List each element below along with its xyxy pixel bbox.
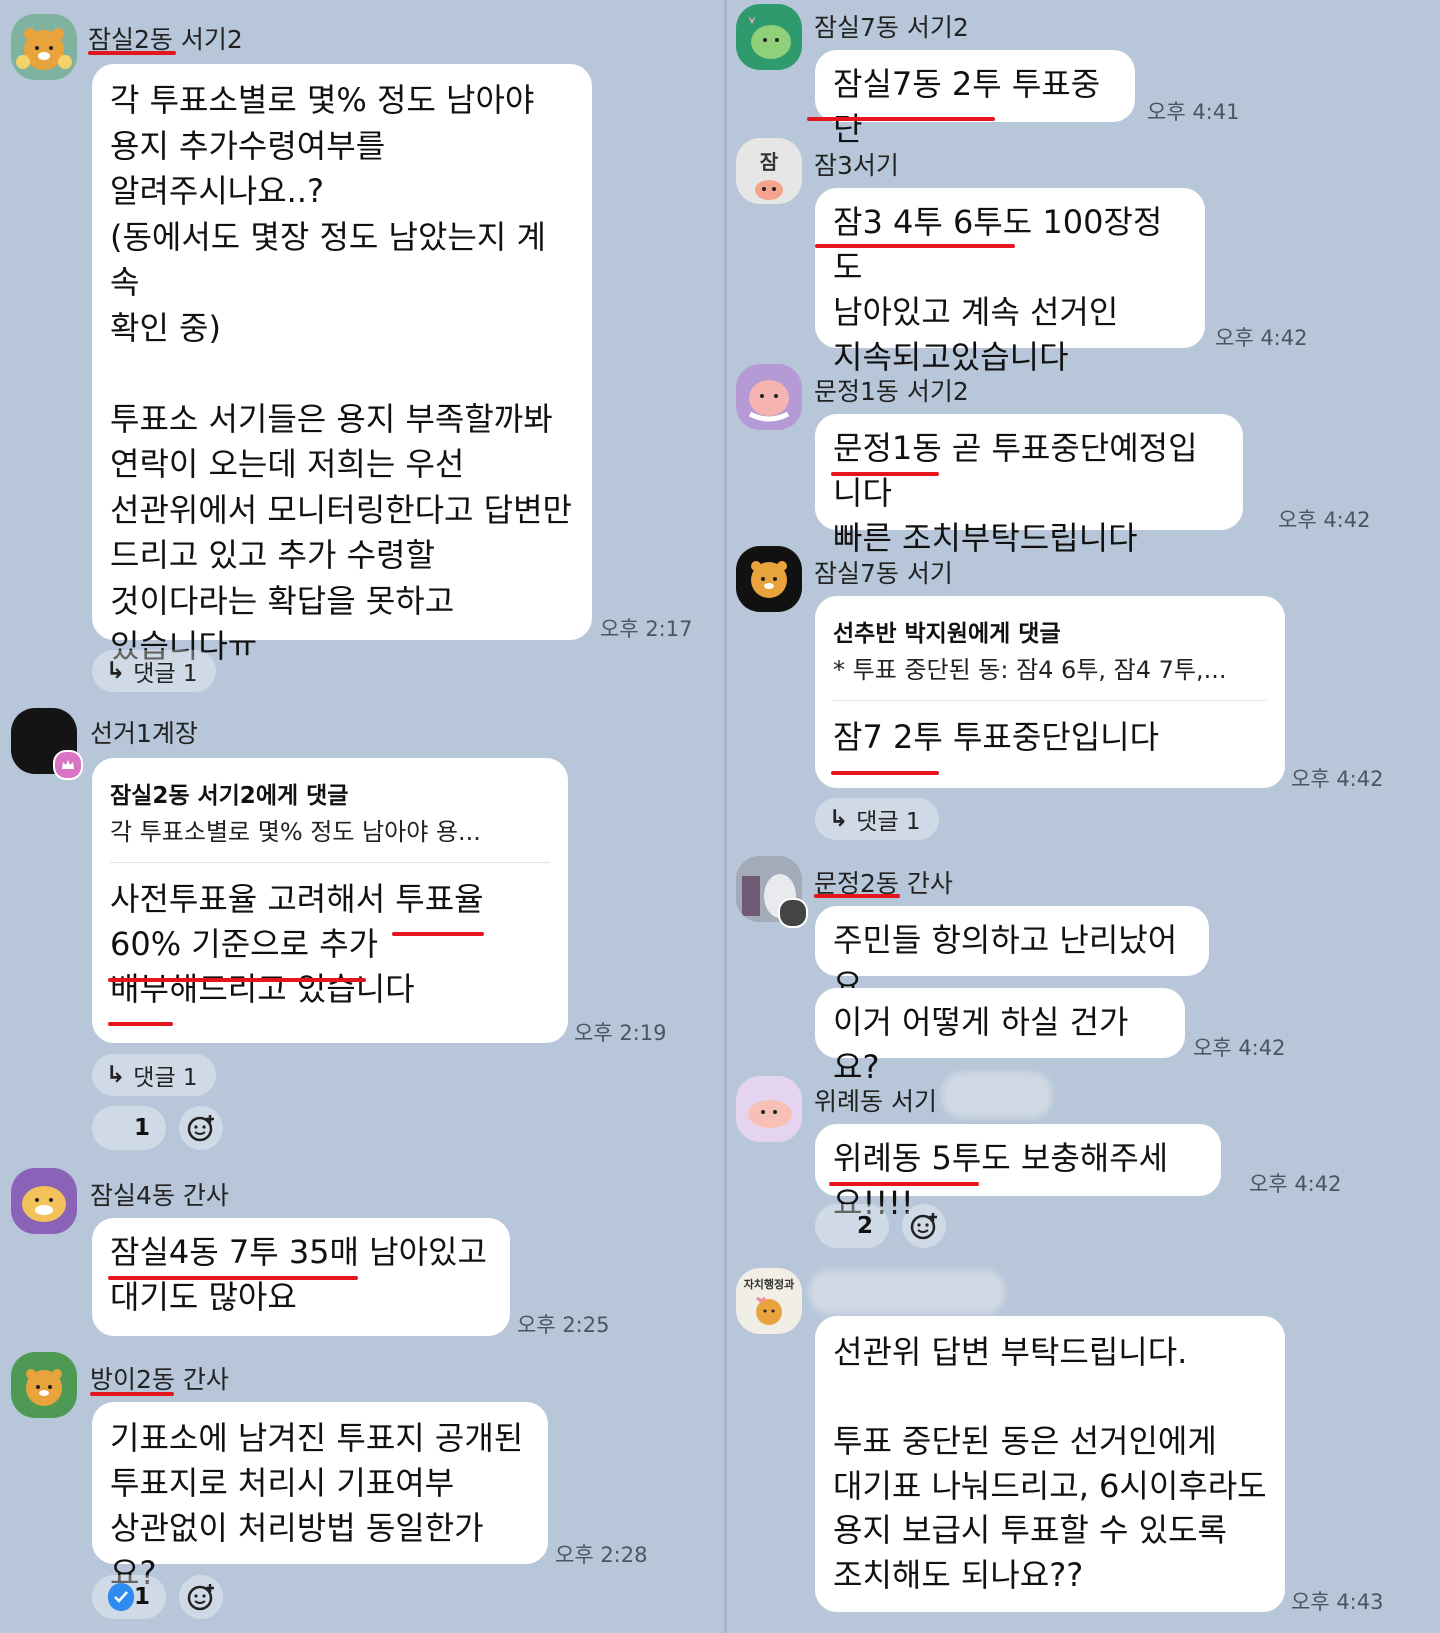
message-text: 잠7 2투 투표중단입니다 — [833, 718, 1160, 756]
chat-column-left: 잠실2동 서기2 각 투표소별로 몇% 정도 남아야 용지 추가수령여부를 알려… — [0, 0, 725, 1633]
reply-quote: * 투표 중단된 동: 잠4 6투, 잠4 7투,... — [833, 656, 1227, 684]
message-text: 기표소에 남겨진 투표지 공개된 투표지로 처리시 기표여부 상관없이 처리방법… — [110, 1419, 524, 1592]
highlight-underline — [807, 117, 995, 121]
sender-name: 선거1계장 — [90, 719, 198, 748]
message-text: 잠실4동 7투 35매 남아있고 대기도 많아요 — [110, 1233, 487, 1316]
message-time: 오후 2:19 — [574, 1021, 667, 1045]
message-time: 오후 2:28 — [555, 1543, 648, 1567]
message-time: 오후 2:17 — [600, 617, 693, 641]
message-time: 오후 4:43 — [1291, 1590, 1384, 1614]
message-text: 잠3 4투 6투도 100장정도 남아있고 계속 선거인 지속되고있습니다 — [833, 203, 1163, 376]
sender-name: 잠실4동 간사 — [90, 1181, 229, 1210]
reply-arrow-icon: ↳ — [106, 1062, 126, 1088]
message-bubble[interactable]: 각 투표소별로 몇% 정도 남아야 용지 추가수령여부를 알려주시나요..? (… — [92, 64, 592, 665]
add-reaction-icon[interactable] — [902, 1204, 946, 1248]
reply-arrow-icon: ↳ — [829, 806, 849, 832]
message-time: 오후 4:42 — [1215, 326, 1308, 350]
sender-name: 위례동 서기 — [814, 1087, 937, 1116]
reaction-chip[interactable]: 1 — [92, 1106, 166, 1150]
highlight-underline — [108, 978, 366, 982]
message-time: 오후 4:41 — [1147, 100, 1240, 124]
add-reaction-icon[interactable] — [179, 1575, 223, 1619]
message-time: 오후 2:25 — [517, 1313, 610, 1337]
chat-column-right: 잠실7동 서기2 잠실7동 2투 투표중단 오후 4:41 잠 잠3서기 잠3 … — [727, 0, 1440, 1633]
reaction-count: 2 — [856, 1213, 873, 1239]
reply-message-bubble[interactable]: 잠실2동 서기2에게 댓글 각 투표소별로 몇% 정도 남아야 용... 사전투… — [92, 758, 568, 1043]
ryan-black-icon[interactable] — [736, 546, 802, 612]
check-reaction-icon — [108, 1583, 134, 1611]
avatar-label: 자치행정과 — [743, 1278, 795, 1291]
redacted-name — [942, 1072, 1052, 1118]
status-badge-icon — [778, 898, 808, 928]
message-text: 각 투표소별로 몇% 정도 남아야 용지 추가수령여부를 알려주시나요..? (… — [110, 81, 572, 665]
character-purple-icon[interactable] — [11, 1168, 77, 1234]
sender-name: 방이2동 간사 — [90, 1365, 229, 1394]
sender-name: 문정1동 서기2 — [814, 377, 969, 406]
sender-name: 잠3서기 — [814, 151, 899, 180]
apeach-letter-icon[interactable]: 잠 — [736, 138, 802, 204]
message-bubble[interactable]: 잠3 4투 6투도 100장정도 남아있고 계속 선거인 지속되고있습니다 — [815, 188, 1205, 376]
reply-count: 댓글 1 — [856, 809, 921, 835]
message-bubble[interactable]: 선관위 답변 부탁드립니다. 투표 중단된 동은 선거인에게 대기표 나눠드리고… — [815, 1316, 1285, 1612]
highlight-underline — [392, 932, 484, 936]
ryan-green-icon[interactable] — [11, 1352, 77, 1418]
highlight-underline — [108, 1022, 173, 1026]
highlight-underline — [814, 894, 900, 898]
avatar-letter: 잠 — [759, 149, 779, 174]
apeach-lying-icon[interactable] — [736, 1076, 802, 1142]
message-bubble[interactable]: 이거 어떻게 하실 건가요? — [815, 988, 1185, 1086]
message-bubble[interactable]: 기표소에 남겨진 투표지 공개된 투표지로 처리시 기표여부 상관없이 처리방법… — [92, 1402, 548, 1592]
highlight-underline — [831, 472, 939, 476]
message-time: 오후 4:42 — [1193, 1036, 1286, 1060]
reply-count-chip[interactable]: ↳ 댓글 1 — [92, 1054, 216, 1096]
leaf-character-icon[interactable] — [736, 4, 802, 70]
reply-count: 댓글 1 — [133, 1065, 198, 1091]
reaction-count: 1 — [133, 1115, 150, 1141]
reply-target: 선추반 박지원에게 댓글 — [833, 621, 1061, 647]
message-text: 잠실7동 2투 투표중단 — [833, 65, 1101, 148]
message-text: 선관위 답변 부탁드립니다. 투표 중단된 동은 선거인에게 대기표 나눠드리고… — [833, 1333, 1267, 1594]
reply-count-chip[interactable]: ↳ 댓글 1 — [92, 650, 216, 692]
reaction-chip[interactable]: 2 — [815, 1204, 889, 1248]
message-time: 오후 4:42 — [1291, 767, 1384, 791]
highlight-underline — [108, 1276, 358, 1280]
add-reaction-icon[interactable] — [179, 1106, 223, 1150]
divider — [110, 862, 550, 863]
reply-arrow-icon: ↳ — [106, 658, 126, 684]
reaction-chip[interactable]: 1 — [92, 1575, 166, 1619]
message-text: 사전투표율 고려해서 투표율 60% 기준으로 추가 배부해드리고 있습니다 — [110, 880, 484, 1008]
message-bubble[interactable]: 잠실7동 2투 투표중단 — [815, 50, 1135, 148]
message-text: 위례동 5투도 보충해주세요!!!! — [833, 1139, 1169, 1222]
highlight-underline — [90, 1392, 174, 1396]
reply-count-chip[interactable]: ↳ 댓글 1 — [815, 798, 939, 840]
message-time: 오후 4:42 — [1278, 508, 1371, 532]
sender-name: 잠실7동 서기2 — [814, 13, 969, 42]
message-bubble[interactable]: 주민들 항의하고 난리났어요 — [815, 906, 1209, 1004]
ryan-cheer-icon[interactable] — [11, 14, 77, 80]
redacted-name — [809, 1270, 1005, 1314]
message-time: 오후 4:42 — [1249, 1172, 1342, 1196]
sender-name: 잠실7동 서기 — [814, 559, 953, 588]
apeach-crying-icon[interactable] — [736, 364, 802, 430]
highlight-underline — [829, 1182, 979, 1186]
reaction-count: 1 — [133, 1584, 150, 1610]
highlight-underline — [815, 244, 1015, 248]
ryan-admin-icon[interactable]: 자치행정과 — [736, 1268, 802, 1334]
highlight-underline — [88, 51, 176, 55]
reply-target: 잠실2동 서기2에게 댓글 — [110, 783, 349, 809]
reply-count: 댓글 1 — [133, 661, 198, 687]
crown-badge-icon — [53, 750, 83, 780]
reply-message-bubble[interactable]: 선추반 박지원에게 댓글 * 투표 중단된 동: 잠4 6투, 잠4 7투,..… — [815, 596, 1285, 788]
highlight-underline — [831, 771, 939, 775]
message-text: 문정1동 곧 투표중단예정입니다 빠른 조치부탁드립니다 — [833, 429, 1198, 557]
reply-quote: 각 투표소별로 몇% 정도 남아야 용... — [110, 818, 481, 846]
divider — [833, 700, 1267, 701]
